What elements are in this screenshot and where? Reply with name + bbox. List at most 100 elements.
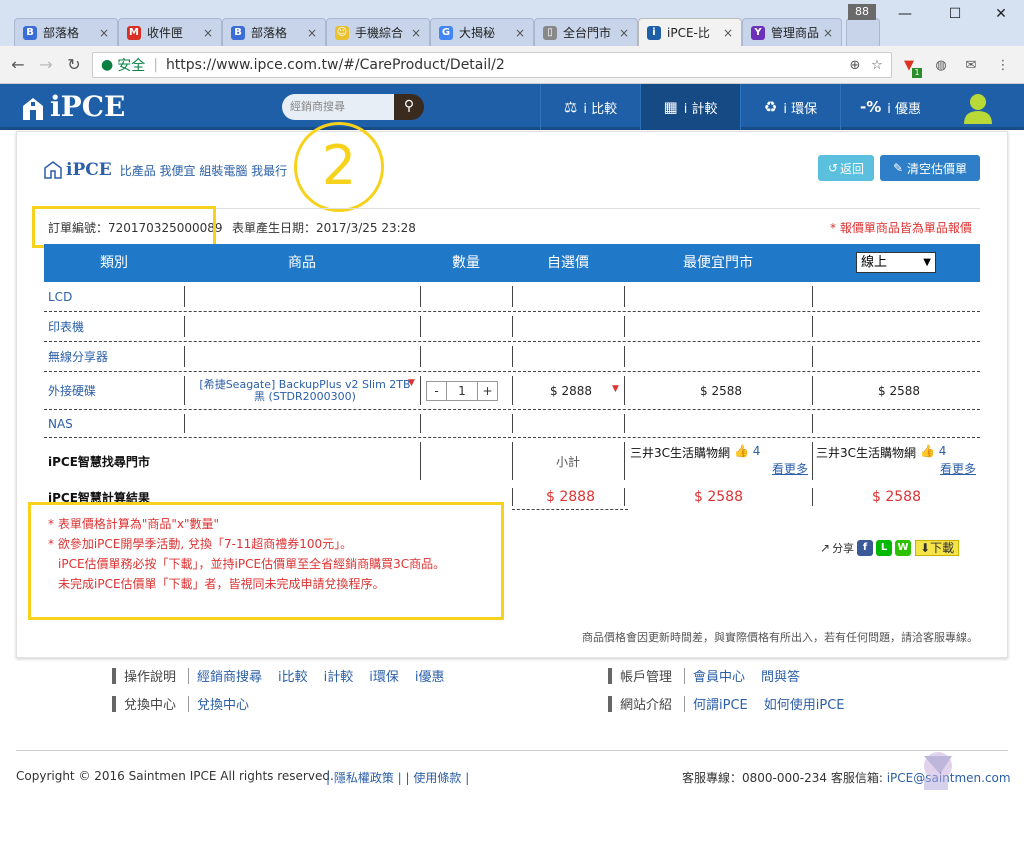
close-icon[interactable]: × <box>619 26 629 40</box>
lock-icon: ● <box>101 57 114 73</box>
download-button[interactable]: ⬇下載 <box>915 540 960 556</box>
dropdown-triangle-icon[interactable]: ▼ <box>408 378 415 388</box>
menu-icon[interactable]: ⋮ <box>994 58 1012 74</box>
footer-link[interactable]: 兌換中心 <box>197 694 249 713</box>
footer-link[interactable]: 經銷商搜尋 <box>197 666 262 685</box>
nav-eco[interactable]: ♻ i 環保 <box>740 84 840 130</box>
back-icon[interactable]: ← <box>8 55 28 74</box>
house-outline-icon <box>44 161 62 179</box>
close-icon[interactable]: × <box>307 26 317 40</box>
wechat-icon[interactable]: W <box>895 540 912 556</box>
close-icon[interactable]: × <box>515 26 525 40</box>
maximize-icon[interactable]: ☐ <box>940 6 970 22</box>
footer-link[interactable]: i比較 <box>278 666 308 685</box>
browser-tab-8[interactable]: Y 管理商品 × <box>742 18 842 46</box>
dealer-search-input[interactable]: 經銷商搜尋 <box>282 94 394 120</box>
smiley-icon: ☺ <box>335 25 349 40</box>
search-icon: ⚲ <box>403 98 415 114</box>
browser-tab-5[interactable]: G 大揭秘 × <box>430 18 534 46</box>
footer-link[interactable]: i計較 <box>324 666 354 685</box>
forward-icon[interactable]: → <box>36 55 56 74</box>
store-name[interactable]: 三井3C生活購物網 <box>630 444 730 461</box>
percent-icon: -% <box>859 98 882 116</box>
online-price: $ 2588 <box>878 383 920 398</box>
zoom-icon[interactable]: ⊕ <box>846 58 864 74</box>
table-row: LCD <box>44 282 980 312</box>
site-header: iPCE 經銷商搜尋 ⚲ ⚖ i 比較 ▦ i 計較 ♻ i 環保 -% i 優惠 <box>0 84 1024 130</box>
see-more-link[interactable]: 看更多 <box>940 460 976 477</box>
like-count[interactable]: 👍 4 <box>734 444 760 458</box>
search-button[interactable]: ⚲ <box>394 94 424 120</box>
table-row: 無線分享器 <box>44 342 980 372</box>
col-product: 商品 <box>288 255 316 271</box>
see-more-link[interactable]: 看更多 <box>772 460 808 477</box>
close-icon[interactable]: × <box>823 26 833 40</box>
category-link[interactable]: 外接硬碟 <box>48 372 96 409</box>
category-link[interactable]: 無線分享器 <box>48 342 108 371</box>
bookmark-star-icon[interactable]: ☆ <box>868 58 886 74</box>
new-tab-button[interactable] <box>846 18 880 46</box>
browser-tab-6[interactable]: ▯ 全台門市 × <box>534 18 638 46</box>
share-label: 分享 <box>832 542 855 555</box>
footer-link[interactable]: i優惠 <box>415 666 445 685</box>
extension-mail-icon[interactable]: ✉ <box>962 58 980 74</box>
google-icon: G <box>439 25 453 40</box>
close-icon[interactable]: × <box>723 26 733 40</box>
price-dropdown-icon[interactable]: ▼ <box>612 384 619 394</box>
minimize-icon[interactable]: — <box>890 6 920 22</box>
store-name[interactable]: 三井3C生活購物網 <box>816 444 916 461</box>
category-link[interactable]: 印表機 <box>48 312 84 341</box>
broom-icon: ✎ <box>892 161 904 175</box>
nav-discount[interactable]: -% i 優惠 <box>840 84 940 130</box>
cheapest-price: $ 2588 <box>700 383 742 398</box>
policy-links[interactable]: | 隱私權政策 | | 使用條款 | <box>326 769 469 786</box>
clear-quote-button[interactable]: ✎ 清空估價單 <box>880 155 980 181</box>
browser-tab-3[interactable]: B 部落格 × <box>222 18 326 46</box>
close-icon[interactable]: × <box>411 26 421 40</box>
chevron-down-icon: ▼ <box>923 257 931 268</box>
order-number-highlight <box>32 206 216 248</box>
url-input[interactable]: ● 安全 | https://www.ipce.com.tw/#/CarePro… <box>92 52 892 78</box>
footer-link[interactable]: 何謂iPCE <box>693 694 748 713</box>
download-icon: ⬇ <box>920 541 931 555</box>
extension-globe-icon[interactable]: ◍ <box>932 58 950 74</box>
browser-tab-active[interactable]: i iPCE-比 × <box>638 18 742 46</box>
reload-icon[interactable]: ↻ <box>64 55 84 74</box>
nav-compare[interactable]: ⚖ i 比較 <box>540 84 640 130</box>
table-row-finder: iPCE智慧找尋門市 小計 三井3C生活購物網 👍 4 看更多 三井3C生活購物… <box>44 438 980 484</box>
plus-button[interactable]: + <box>477 381 497 400</box>
line-icon[interactable]: L <box>876 540 893 556</box>
thumbs-up-icon: 👍 <box>734 444 749 458</box>
step-number-annotation: 2 <box>294 122 384 212</box>
product-link[interactable]: [希捷Seagate] BackupPlus v2 Slim 2TB 黑 (ST… <box>192 372 418 409</box>
facebook-icon[interactable]: f <box>857 540 874 556</box>
quantity-value[interactable]: 1 <box>447 382 477 400</box>
table-row: NAS <box>44 410 980 438</box>
close-icon[interactable]: × <box>99 26 109 40</box>
minus-button[interactable]: - <box>427 381 447 400</box>
url-text: https://www.ipce.com.tw/#/CareProduct/De… <box>165 57 505 73</box>
site-logo[interactable]: iPCE <box>22 90 125 123</box>
like-count[interactable]: 👍 4 <box>920 444 946 458</box>
order-date: 表單產生日期：2017/3/25 23:28 <box>232 221 416 235</box>
window-close-icon[interactable]: ✕ <box>986 6 1016 22</box>
back-button[interactable]: ↺ 返回 <box>818 155 874 181</box>
footer-link[interactable]: 問與答 <box>761 666 800 685</box>
total-online: $ 2588 <box>872 489 921 505</box>
browser-tab-4[interactable]: ☺ 手機綜合 × <box>326 18 430 46</box>
address-bar-row: ← → ↻ ● 安全 | https://www.ipce.com.tw/#/C… <box>0 46 1024 84</box>
footer-link[interactable]: 會員中心 <box>693 666 745 685</box>
user-avatar-icon[interactable] <box>960 92 996 124</box>
watermark-logo <box>916 746 956 794</box>
nav-calculate[interactable]: ▦ i 計較 <box>640 84 740 130</box>
table-header: 類別 商品 數量 自選價 最便宜門市 <box>44 244 980 282</box>
browser-tab-1[interactable]: B 部落格 × <box>14 18 118 46</box>
footer-link[interactable]: i環保 <box>369 666 399 685</box>
category-link[interactable]: LCD <box>48 282 72 311</box>
footer-link[interactable]: 如何使用iPCE <box>764 694 845 713</box>
price-note: * 報價單商品皆為單品報價 <box>830 221 972 235</box>
close-icon[interactable]: × <box>203 26 213 40</box>
channel-select[interactable]: 線上 ▼ <box>856 252 936 273</box>
category-link[interactable]: NAS <box>48 410 73 437</box>
browser-tab-2[interactable]: M 收件匣 × <box>118 18 222 46</box>
